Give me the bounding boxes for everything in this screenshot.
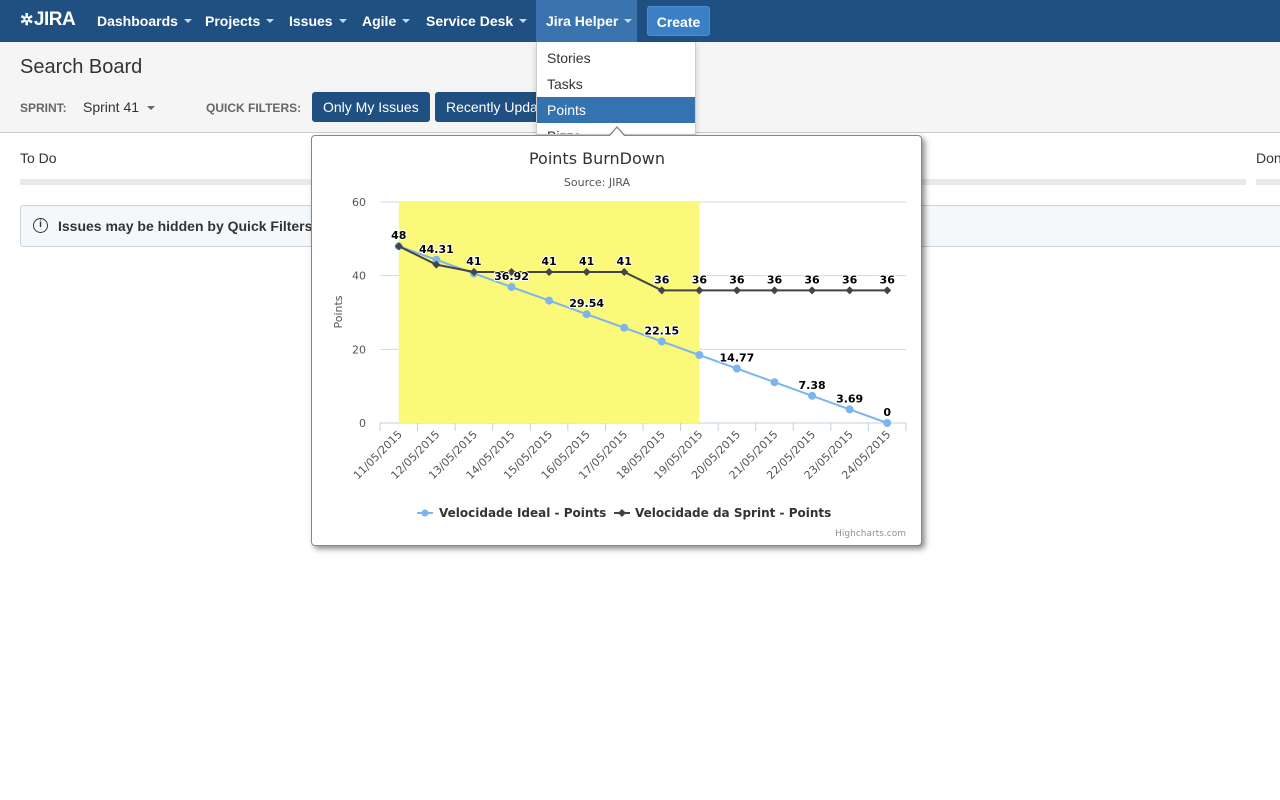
y-axis-label: Points [332,295,345,328]
chart-subtitle: Source: JIRA [564,176,631,189]
column-progress-middle [922,179,1246,185]
highlight-band [398,202,700,423]
column-progress-todo [20,179,320,185]
column-title-todo: To Do [20,150,57,166]
data-point[interactable] [808,286,817,295]
data-label: 36 [804,273,820,286]
y-tick-label: 20 [352,343,366,356]
sprint-label: SPRINT: [20,101,67,115]
column-title-done: Done [1256,150,1280,166]
dropdown-item-tasks[interactable]: Tasks [537,71,695,97]
data-point[interactable] [770,378,779,387]
data-point[interactable] [883,286,892,295]
quick-filter-recently-updated[interactable]: Recently Updated [435,92,545,122]
y-axis-ticks: 0 20 40 60 [352,196,366,430]
nav-service-desk[interactable]: Service Desk [416,0,537,42]
data-point[interactable] [845,405,854,414]
nav-projects[interactable]: Projects [195,0,284,42]
jira-helper-dropdown: Stories Tasks Points Bizzo [536,42,696,135]
chevron-down-icon [147,106,156,111]
data-point[interactable] [545,296,554,305]
data-label: 41 [541,255,556,268]
top-navigation: ✲ JIRA Dashboards Projects Issues Agile … [0,0,1280,42]
jira-logo[interactable]: ✲ JIRA [20,9,76,31]
chevron-down-icon [266,19,275,24]
data-label: 36 [654,273,670,286]
data-point[interactable] [732,364,741,373]
data-label: 36.92 [494,270,529,283]
x-axis-ticks: 11/05/201512/05/201513/05/201514/05/2015… [351,423,907,482]
data-label: 3.69 [836,392,863,405]
chart-credits[interactable]: Highcharts.com [835,529,906,539]
data-label: 41 [579,255,594,268]
dropdown-item-stories[interactable]: Stories [537,45,695,71]
data-label: 41 [466,255,481,268]
chart-legend: Velocidade Ideal - Points Velocidade da … [417,506,831,520]
data-point[interactable] [657,337,666,346]
legend-ideal-label[interactable]: Velocidade Ideal - Points [439,506,606,520]
data-label: 0 [883,406,891,419]
data-point[interactable] [845,286,854,295]
page-title: Search Board [20,56,143,78]
nav-agile[interactable]: Agile [352,0,420,42]
data-label: 36 [692,273,708,286]
y-tick-label: 0 [359,417,366,430]
legend-sprint-marker [618,509,626,517]
data-label: 44.31 [419,243,454,256]
data-label: 41 [617,255,632,268]
create-button[interactable]: Create [647,6,710,36]
legend-ideal-marker [421,509,429,517]
dropdown-item-points[interactable]: Points [537,97,695,123]
data-point[interactable] [695,351,704,360]
data-label: 29.54 [569,297,604,310]
sprint-selector[interactable]: Sprint 41 [83,99,156,115]
burndown-chart-popup: Points BurnDown Source: JIRA Points 0 20 4… [311,135,922,546]
legend-sprint-label[interactable]: Velocidade da Sprint - Points [635,506,831,520]
data-label: 36 [729,273,745,286]
popup-arrow-inner [609,128,625,137]
nav-jira-helper[interactable]: Jira Helper [536,0,637,42]
y-tick-label: 60 [352,196,366,209]
data-point[interactable] [808,391,817,400]
chevron-down-icon [402,19,411,24]
data-point[interactable] [732,286,741,295]
data-point[interactable] [582,310,591,319]
nav-dashboards[interactable]: Dashboards [87,0,202,42]
column-progress-done [1256,179,1280,185]
burndown-chart: Points BurnDown Source: JIRA Points 0 20 4… [332,149,907,539]
data-point[interactable] [883,419,892,427]
data-point[interactable] [770,286,779,295]
notice-text: Issues may be hidden by Quick Filters [58,218,313,234]
chevron-down-icon [338,19,347,24]
jira-logo-icon: ✲ [20,12,33,29]
chevron-down-icon [183,19,192,24]
chevron-down-icon [519,19,528,24]
jira-logo-text: JIRA [33,9,76,30]
data-label: 7.38 [799,379,826,392]
info-icon: i [33,218,48,233]
data-label: 48 [391,229,406,242]
data-label: 36 [880,273,896,286]
quick-filters-label: QUICK FILTERS: [206,101,302,115]
y-tick-label: 40 [352,270,366,283]
chevron-down-icon [624,19,633,24]
chart-title: Points BurnDown [529,149,665,168]
data-label: 22.15 [644,324,679,337]
data-label: 14.77 [720,352,755,365]
data-label: 36 [767,273,783,286]
data-label: 36 [842,273,858,286]
chart-highlight-band [398,202,700,423]
data-point[interactable] [507,283,516,292]
data-point[interactable] [620,323,629,332]
nav-issues[interactable]: Issues [279,0,357,42]
quick-filter-only-my-issues[interactable]: Only My Issues [312,92,430,122]
